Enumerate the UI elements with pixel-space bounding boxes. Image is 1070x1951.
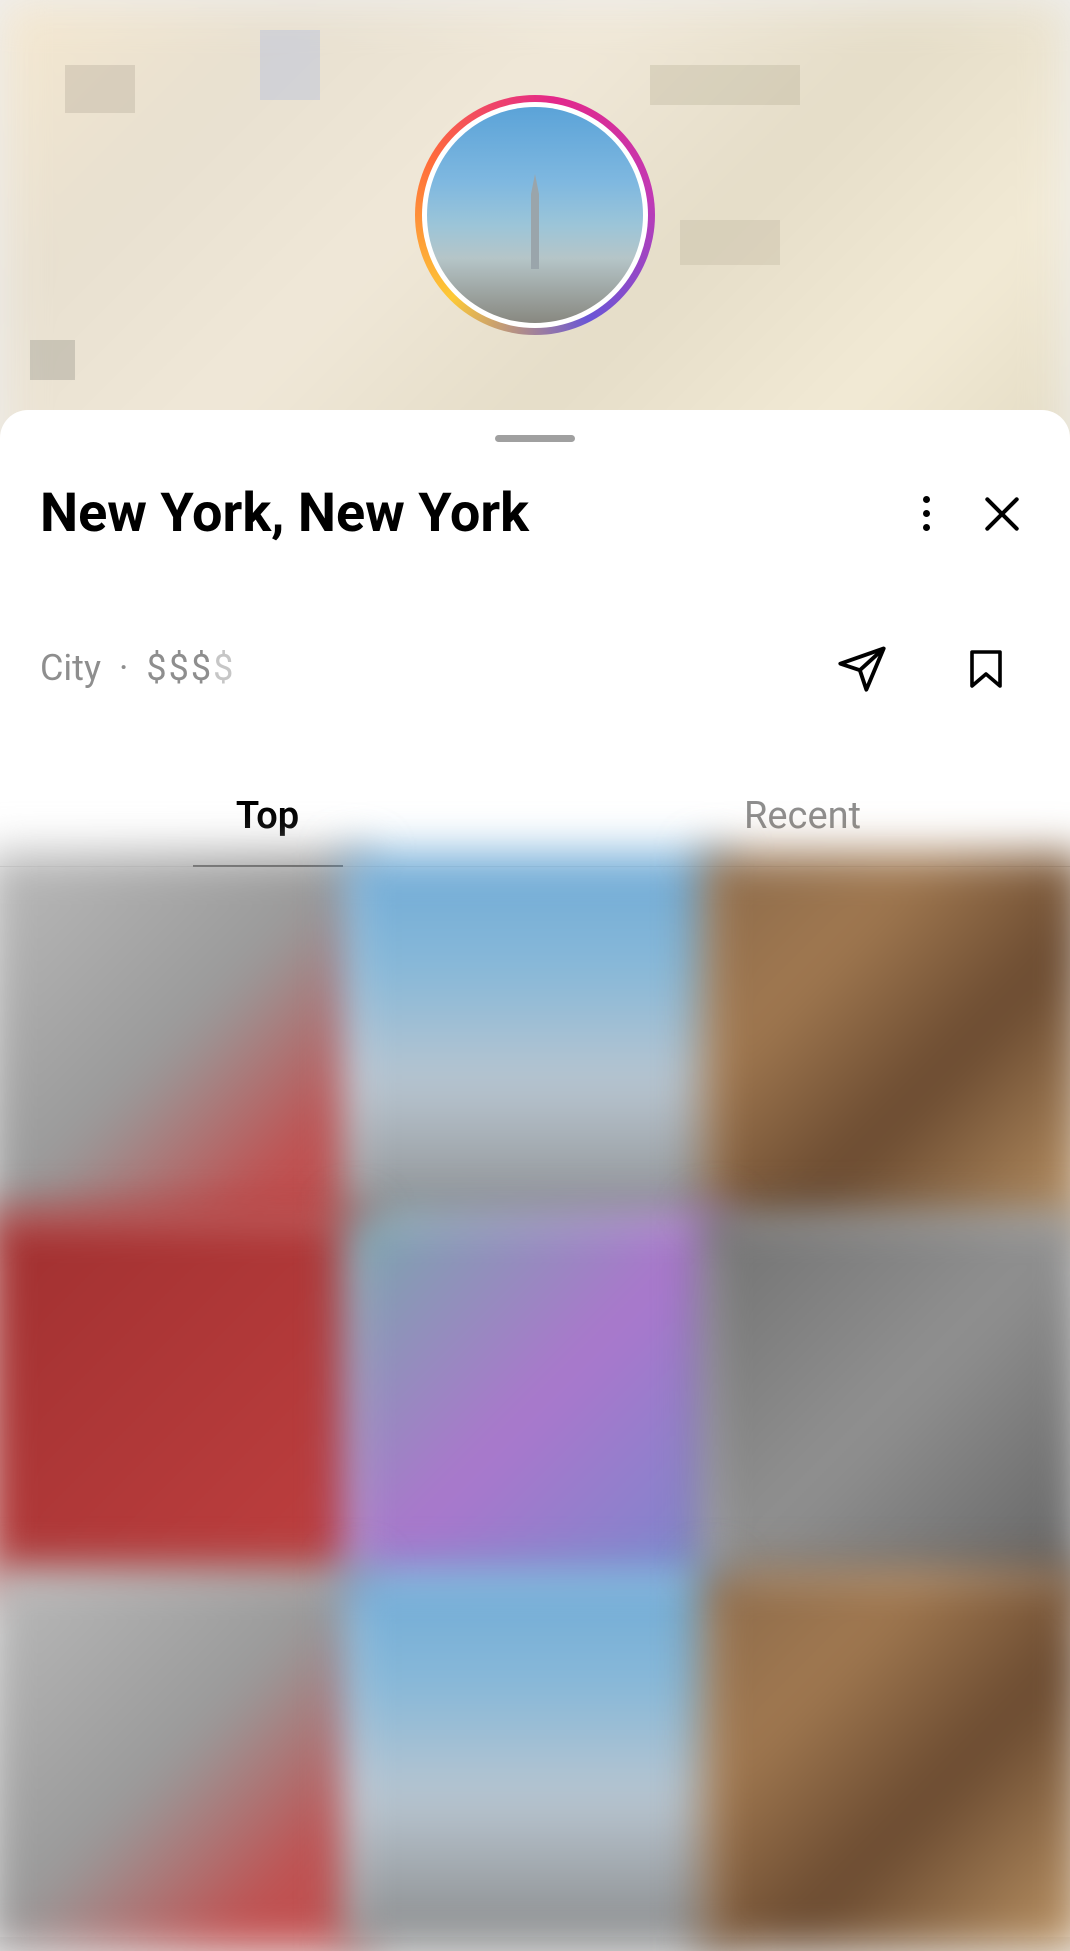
location-story-ring[interactable] xyxy=(415,95,655,335)
meta-separator: · xyxy=(119,647,128,689)
post-thumbnail[interactable] xyxy=(701,1210,1070,1593)
bookmark-button[interactable] xyxy=(958,640,1014,696)
tab-recent[interactable]: Recent xyxy=(535,766,1070,866)
location-story-thumbnail xyxy=(427,107,643,323)
post-thumbnail[interactable] xyxy=(343,1210,726,1593)
posts-grid xyxy=(0,867,1070,1937)
close-button[interactable] xyxy=(974,486,1030,542)
location-category: City xyxy=(40,647,101,689)
more-vertical-icon xyxy=(923,496,930,531)
post-thumbnail[interactable] xyxy=(343,853,726,1236)
send-icon xyxy=(836,642,888,694)
post-thumbnail[interactable] xyxy=(0,1210,369,1593)
post-thumbnail[interactable] xyxy=(0,853,369,1236)
location-sheet: New York, New York City · $$$$ xyxy=(0,410,1070,1937)
meta-actions xyxy=(834,640,1030,696)
meta-row: City · $$$$ xyxy=(0,640,1070,696)
location-title: New York, New York xyxy=(40,482,878,545)
post-thumbnail[interactable] xyxy=(343,1568,726,1951)
location-meta: City · $$$$ xyxy=(40,647,235,689)
close-icon xyxy=(980,492,1024,536)
sheet-drag-handle[interactable] xyxy=(495,435,575,442)
post-thumbnail[interactable] xyxy=(0,1568,369,1951)
bookmark-icon xyxy=(962,644,1010,692)
share-button[interactable] xyxy=(834,640,890,696)
tab-top[interactable]: Top xyxy=(0,766,535,866)
more-options-button[interactable] xyxy=(898,486,954,542)
post-thumbnail[interactable] xyxy=(701,1568,1070,1951)
post-thumbnail[interactable] xyxy=(701,853,1070,1236)
price-level: $$$$ xyxy=(146,647,235,689)
header-row: New York, New York xyxy=(0,482,1070,545)
